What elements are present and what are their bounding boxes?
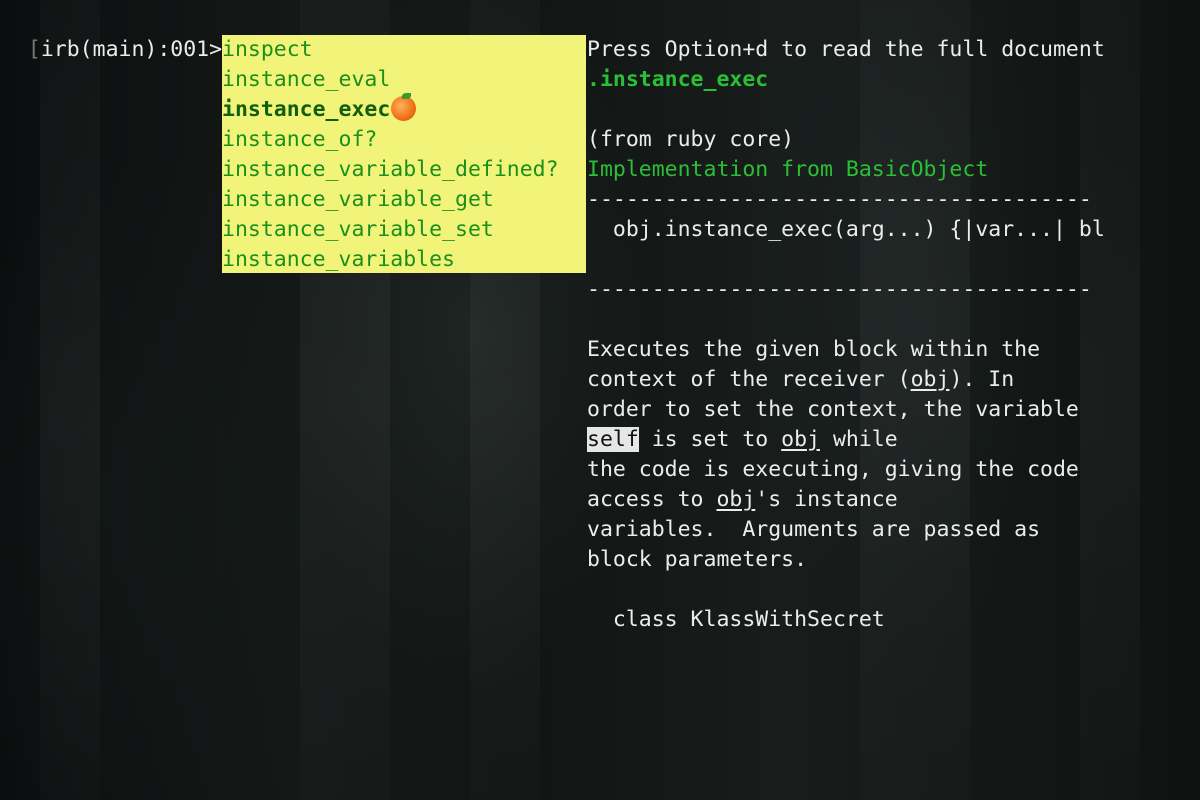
completion-item-instance-variable-defined[interactable]: instance_variable_defined?: [222, 155, 586, 185]
completion-menu[interactable]: inspect instance_eval instance_exec inst…: [222, 35, 586, 273]
doc-paragraph-line: context of the receiver (obj). In: [587, 365, 1014, 395]
doc-code-example: class KlassWithSecret: [587, 607, 885, 632]
doc-text: 's instance: [755, 487, 898, 512]
doc-source: (from ruby core): [587, 127, 795, 152]
completion-item-instance-exec-selected[interactable]: instance_exec: [222, 93, 586, 125]
completion-item-instance-variable-get[interactable]: instance_variable_get: [222, 185, 586, 215]
doc-code-ref: obj: [910, 367, 950, 392]
doc-hint: Press Option+d to read the full document: [587, 37, 1105, 62]
doc-paragraph-line: self is set to obj while: [587, 425, 898, 455]
doc-signature: obj.instance_exec(arg...) {|var...| bl: [587, 217, 1105, 242]
doc-paragraph-line: Executes the given block within the: [587, 337, 1041, 362]
doc-code-ref: obj: [781, 427, 821, 452]
doc-method-title: .instance_exec: [587, 67, 769, 92]
completion-item-instance-of[interactable]: instance_of?: [222, 125, 586, 155]
doc-rule: ---------------------------------------: [587, 277, 1092, 302]
doc-text: context of the receiver (: [587, 367, 911, 392]
tangerine-icon: [391, 93, 417, 121]
doc-paragraph-line: the code is executing, giving the code: [587, 457, 1079, 482]
completion-item-label: instance_exec: [222, 97, 391, 122]
prompt-label: irb(main):001>: [40, 37, 236, 62]
doc-code-ref: obj: [716, 487, 756, 512]
doc-paragraph-line: variables. Arguments are passed as: [587, 517, 1041, 542]
doc-text: access to: [587, 487, 717, 512]
background-tree: [1080, 0, 1140, 800]
doc-text: while: [820, 427, 898, 452]
doc-text: is set to: [638, 427, 782, 452]
doc-paragraph-line: access to obj's instance: [587, 485, 898, 515]
completion-item-inspect[interactable]: inspect: [222, 35, 586, 65]
prompt-bracket: [: [27, 37, 41, 62]
doc-paragraph-line: order to set the context, the variable: [587, 397, 1079, 422]
prompt-line[interactable]: [irb(main):001> instance_exec: [2, 5, 416, 62]
completion-item-instance-eval[interactable]: instance_eval: [222, 65, 586, 95]
completion-item-instance-variable-set[interactable]: instance_variable_set: [222, 215, 586, 245]
doc-implementation: Implementation from BasicObject: [587, 157, 989, 182]
completion-item-instance-variables[interactable]: instance_variables: [222, 245, 586, 275]
background-tree: [40, 0, 100, 800]
doc-highlighted-keyword: self: [587, 427, 639, 452]
doc-paragraph-line: block parameters.: [587, 547, 808, 572]
doc-text: ). In: [949, 367, 1015, 392]
doc-rule: ---------------------------------------: [587, 187, 1092, 212]
